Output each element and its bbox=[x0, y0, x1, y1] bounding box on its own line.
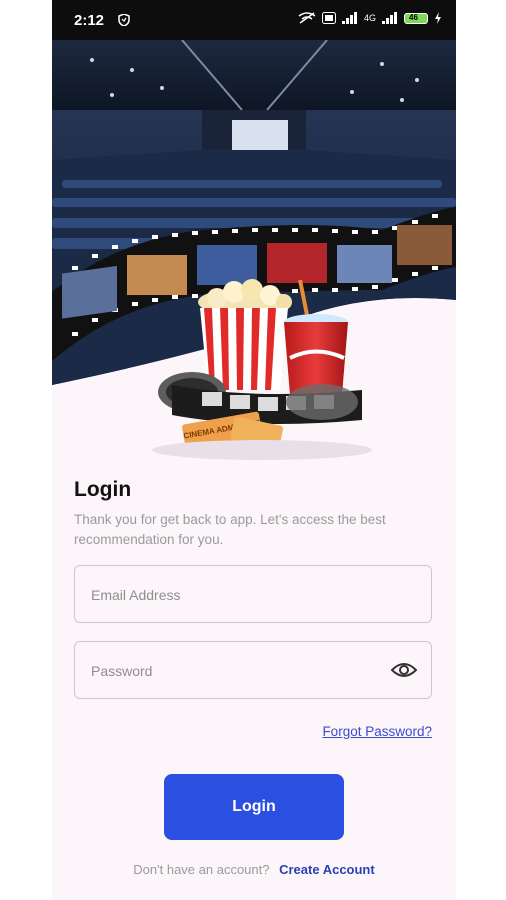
app-screen: 2:12 4G 46 CINEMA ADMIT ONE Login Thank … bbox=[52, 0, 456, 900]
status-time: 2:12 bbox=[74, 12, 105, 29]
volte-icon bbox=[321, 12, 336, 24]
signal-icon bbox=[382, 12, 397, 24]
password-field[interactable] bbox=[74, 641, 432, 700]
email-input[interactable] bbox=[89, 566, 383, 624]
battery-level: 46 bbox=[409, 12, 418, 22]
signup-prompt: Don't have an account? bbox=[133, 862, 270, 877]
page-title: Login bbox=[74, 478, 132, 501]
login-subtitle: Thank you for get back to app. Let's acc… bbox=[74, 512, 386, 547]
hero-image: CINEMA ADMIT ONE bbox=[52, 40, 456, 460]
password-input[interactable] bbox=[89, 642, 383, 700]
login-button[interactable]: Login bbox=[164, 774, 344, 840]
wifi-calling-icon bbox=[298, 12, 316, 24]
charging-icon bbox=[435, 12, 441, 24]
email-field[interactable] bbox=[74, 565, 432, 624]
status-icons: 4G 46 bbox=[298, 12, 442, 24]
signal-icon bbox=[341, 12, 357, 24]
eye-icon[interactable] bbox=[391, 660, 417, 680]
create-account-link[interactable]: Create Account bbox=[279, 862, 375, 877]
forgot-password-link[interactable]: Forgot Password? bbox=[322, 724, 432, 739]
shield-icon bbox=[118, 14, 130, 26]
network-label: 4G bbox=[363, 13, 376, 23]
signup-row: Don't have an account? Create Account bbox=[52, 862, 456, 877]
popcorn-icon bbox=[198, 279, 292, 390]
status-bar: 2:12 4G 46 bbox=[52, 0, 456, 40]
battery-icon: 46 bbox=[404, 12, 428, 24]
